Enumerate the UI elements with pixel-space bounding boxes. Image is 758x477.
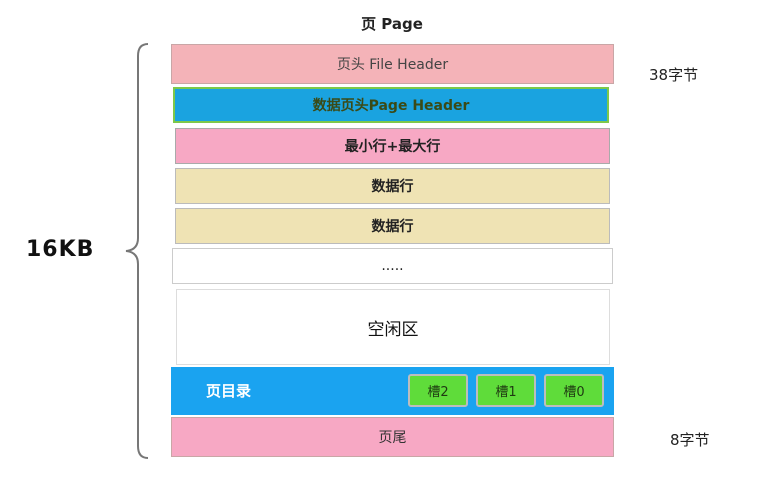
page-directory-label: 页目录 [206, 382, 252, 400]
total-size-label: 16KB [26, 237, 95, 262]
slot-0: 槽0 [544, 374, 604, 407]
brace-icon [125, 43, 149, 459]
data-row-block: 数据行 [175, 168, 610, 204]
data-row-block: 数据行 [175, 208, 610, 244]
slot-1: 槽1 [476, 374, 536, 407]
slot-2: 槽2 [408, 374, 468, 407]
page-header-block: 数据页头Page Header [173, 87, 609, 123]
ellipsis-block: ..... [172, 248, 613, 284]
page-trailer-block: 页尾 [171, 417, 614, 457]
page-structure-diagram: 页 Page 16KB 页头 File Header 数据页头Page Head… [0, 0, 758, 477]
trailer-size-label: 8字节 [670, 431, 710, 449]
diagram-title: 页 Page [361, 15, 423, 33]
header-size-label: 38字节 [649, 66, 699, 84]
free-space-block: 空闲区 [176, 289, 610, 365]
min-max-rows-block: 最小行+最大行 [175, 128, 610, 164]
file-header-block: 页头 File Header [171, 44, 614, 84]
